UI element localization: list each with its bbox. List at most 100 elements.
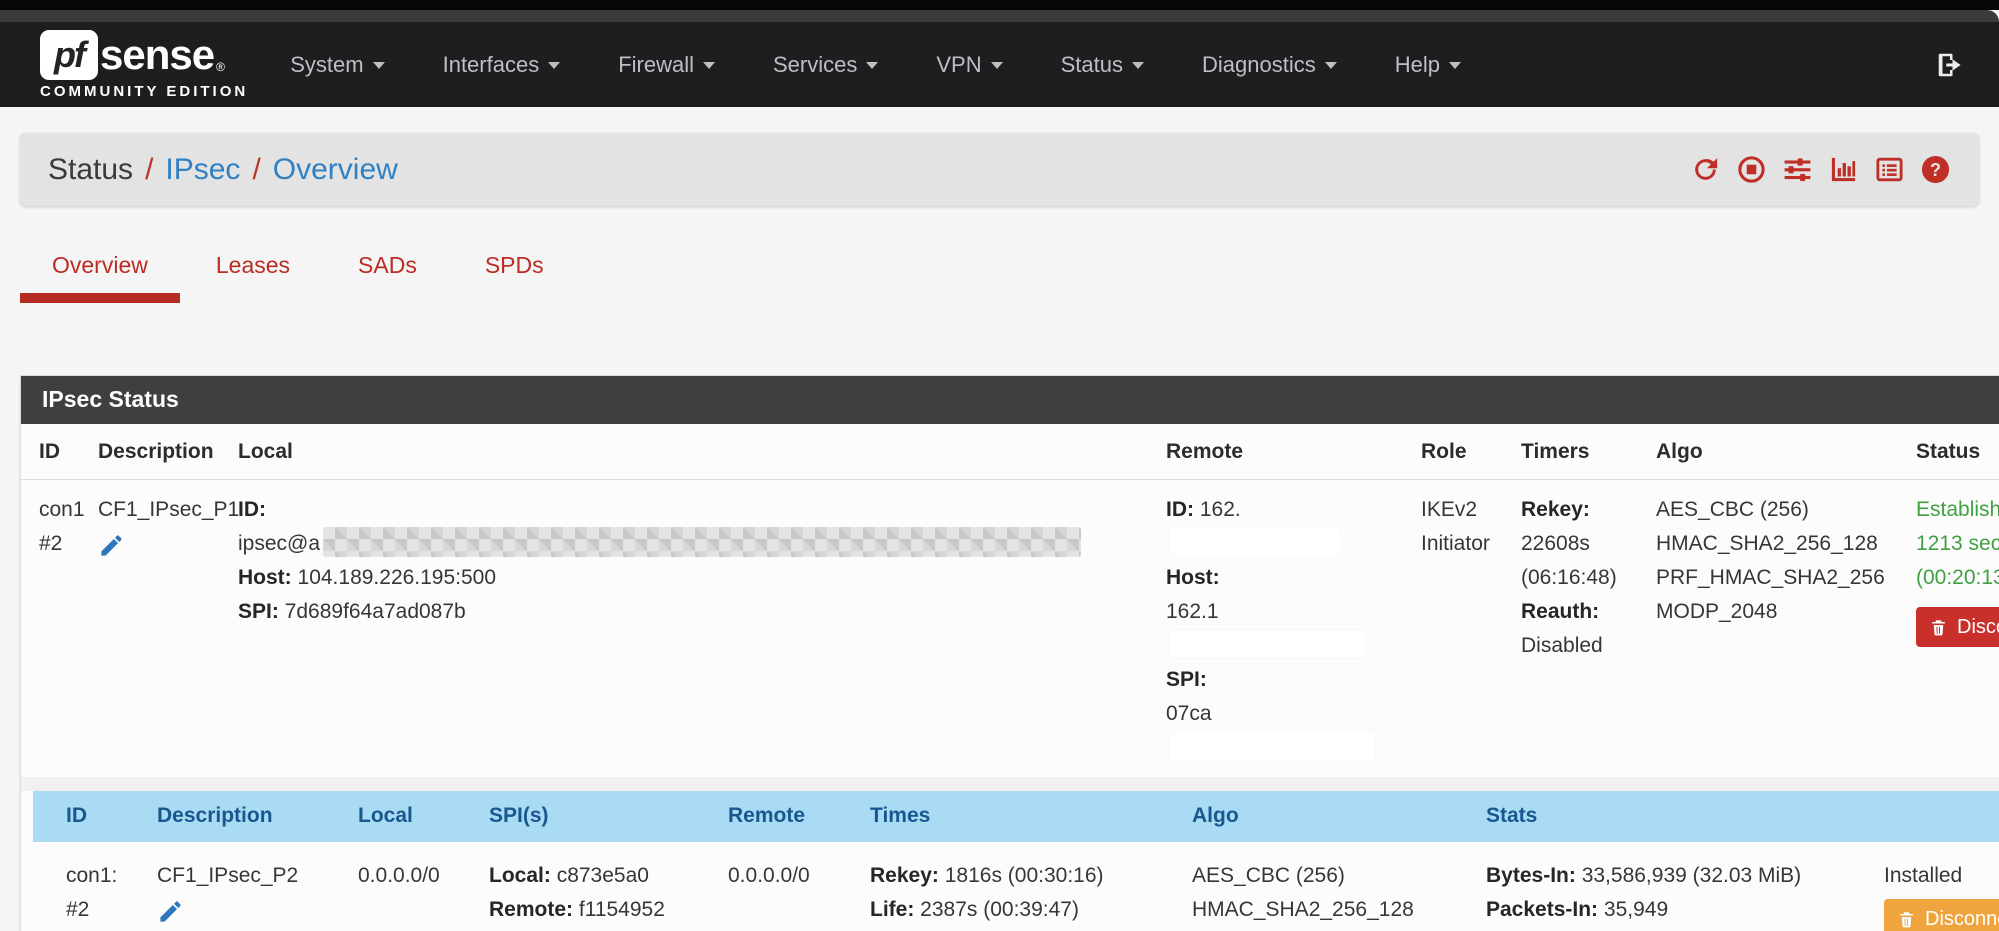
ike-header-row: ID Description Local Remote Role Timers … xyxy=(21,424,1999,480)
help-icon[interactable]: ? xyxy=(1920,154,1951,185)
cell-role: IKEv2 Initiator xyxy=(1403,480,1503,778)
chevron-down-icon xyxy=(373,62,385,75)
breadcrumb-link-ipsec[interactable]: IPsec xyxy=(165,153,240,187)
col-local: Local xyxy=(325,791,456,842)
breadcrumb-bar: Status / IPsec / Overview xyxy=(20,133,1979,206)
nav-item-status[interactable]: Status xyxy=(1061,52,1144,78)
col-remote: Remote xyxy=(1148,424,1403,480)
disconnect-button[interactable]: Disconnect xyxy=(1916,607,1999,647)
child-header-row: ID Description Local SPI(s) Remote Times… xyxy=(33,791,1999,842)
edit-pencil-icon[interactable] xyxy=(98,532,125,559)
sign-out-icon[interactable] xyxy=(1935,50,1965,80)
col-algo: Algo xyxy=(1638,424,1898,480)
brand-registered: ® xyxy=(216,60,225,74)
edit-pencil-icon[interactable] xyxy=(157,898,184,925)
nav-item-help[interactable]: Help xyxy=(1395,52,1461,78)
col-id: ID xyxy=(33,791,124,842)
brand-sense: sense xyxy=(100,31,214,79)
state-installed: Installed xyxy=(1884,859,1999,893)
child-sa-row: con1: #2 CF1_IPsec_P2 0.0.0.0/0 Local: c… xyxy=(33,842,1999,931)
breadcrumb-link-overview[interactable]: Overview xyxy=(273,153,398,187)
navbar: pf sense ® COMMUNITY EDITION System Inte… xyxy=(0,22,1999,107)
col-times: Times xyxy=(837,791,1159,842)
redaction-box xyxy=(1170,732,1375,760)
cell-algo: AES_CBC (256) HMAC_SHA2_256_128 PRF_HMAC… xyxy=(1638,480,1898,778)
ike-sa-row: con1 #2 CF1_IPsec_P1 ID: ipsec@a Host: 1… xyxy=(21,480,1999,778)
chevron-down-icon xyxy=(1132,62,1144,75)
bar-chart-icon[interactable] xyxy=(1828,154,1859,185)
breadcrumb-section: Status xyxy=(48,153,133,187)
chevron-down-icon xyxy=(703,62,715,75)
cell-state: Installed Disconnect xyxy=(1851,842,1999,931)
cell-timers: Rekey: 22608s (06:16:48) Reauth: Disable… xyxy=(1503,480,1638,778)
cell-description: CF1_IPsec_P1 xyxy=(80,480,220,778)
refresh-icon[interactable] xyxy=(1690,154,1721,185)
cell-status: Established 1213 seconds (00:20:13) Disc… xyxy=(1898,480,1999,778)
cell-remote: ID: 162. Host: 162.1 SPI: 07ca xyxy=(1148,480,1403,778)
nav-item-vpn[interactable]: VPN xyxy=(936,52,1002,78)
page-actions: ? xyxy=(1690,154,1951,185)
cell-local: 0.0.0.0/0 xyxy=(325,842,456,931)
col-spis: SPI(s) xyxy=(456,791,695,842)
tab-overview[interactable]: Overview xyxy=(20,236,180,303)
col-actions xyxy=(1851,791,1999,842)
redaction-blur xyxy=(323,527,1081,557)
col-timers: Timers xyxy=(1503,424,1638,480)
window-strip xyxy=(0,10,1999,22)
nav-item-interfaces[interactable]: Interfaces xyxy=(443,52,561,78)
cell-spis: Local: c873e5a0 Remote: f1154952 xyxy=(456,842,695,931)
cell-description: CF1_IPsec_P2 xyxy=(124,842,325,931)
tab-bar: Overview Leases SADs SPDs xyxy=(20,236,1979,303)
cell-times: Rekey: 1816s (00:30:16) Life: 2387s (00:… xyxy=(837,842,1159,931)
tab-leases[interactable]: Leases xyxy=(184,236,322,303)
tab-spds[interactable]: SPDs xyxy=(453,236,576,303)
col-stats: Stats xyxy=(1453,791,1851,842)
nav-menu: System Interfaces Firewall Services VPN … xyxy=(290,52,1461,78)
cell-stats: Bytes-In: 33,586,939 (32.03 MiB) Packets… xyxy=(1453,842,1851,931)
ipsec-status-panel: IPsec Status ID Description Local Remote… xyxy=(20,375,1999,931)
breadcrumb-separator: / xyxy=(133,153,165,187)
section-divider xyxy=(21,777,1999,791)
filter-settings-icon[interactable] xyxy=(1782,154,1813,185)
stop-icon[interactable] xyxy=(1736,154,1767,185)
col-role: Role xyxy=(1403,424,1503,480)
cell-remote: 0.0.0.0/0 xyxy=(695,842,837,931)
chevron-down-icon xyxy=(866,62,878,75)
col-description: Description xyxy=(124,791,325,842)
cell-local: ID: ipsec@a Host: 104.189.226.195:500 SP… xyxy=(220,480,1148,778)
cell-algo: AES_CBC (256) HMAC_SHA2_256_128 IPComp: … xyxy=(1159,842,1453,931)
nav-item-system[interactable]: System xyxy=(290,52,384,78)
chevron-down-icon xyxy=(991,62,1003,75)
pf-logo-box: pf xyxy=(40,30,98,80)
panel-title: IPsec Status xyxy=(21,376,1999,424)
col-description: Description xyxy=(80,424,220,480)
col-status: Status xyxy=(1898,424,1999,480)
cell-id: con1 #2 xyxy=(21,480,80,778)
brand-edition: COMMUNITY EDITION xyxy=(40,83,248,100)
child-sa-table: ID Description Local SPI(s) Remote Times… xyxy=(33,791,1999,931)
col-id: ID xyxy=(21,424,80,480)
redaction-box xyxy=(1170,630,1365,658)
col-remote: Remote xyxy=(695,791,837,842)
nav-item-firewall[interactable]: Firewall xyxy=(618,52,715,78)
ike-sa-table: ID Description Local Remote Role Timers … xyxy=(21,424,1999,777)
chevron-down-icon xyxy=(548,62,560,75)
nav-item-diagnostics[interactable]: Diagnostics xyxy=(1202,52,1337,78)
chevron-down-icon xyxy=(1325,62,1337,75)
disconnect-button[interactable]: Disconnect xyxy=(1884,899,1999,931)
trash-icon xyxy=(1897,910,1916,929)
col-local: Local xyxy=(220,424,1148,480)
pfsense-logo[interactable]: pf sense ® COMMUNITY EDITION xyxy=(40,30,248,100)
nav-item-services[interactable]: Services xyxy=(773,52,878,78)
redaction-box xyxy=(1170,528,1340,556)
cell-id: con1: #2 xyxy=(33,842,124,931)
log-list-icon[interactable] xyxy=(1874,154,1905,185)
trash-icon xyxy=(1929,618,1948,637)
top-strip xyxy=(0,0,1999,10)
col-algo: Algo xyxy=(1159,791,1453,842)
status-established: Established 1213 seconds (00:20:13) xyxy=(1916,493,1999,595)
chevron-down-icon xyxy=(1449,62,1461,75)
breadcrumb-separator: / xyxy=(240,153,272,187)
tab-sads[interactable]: SADs xyxy=(326,236,449,303)
breadcrumb: Status / IPsec / Overview xyxy=(48,153,398,187)
